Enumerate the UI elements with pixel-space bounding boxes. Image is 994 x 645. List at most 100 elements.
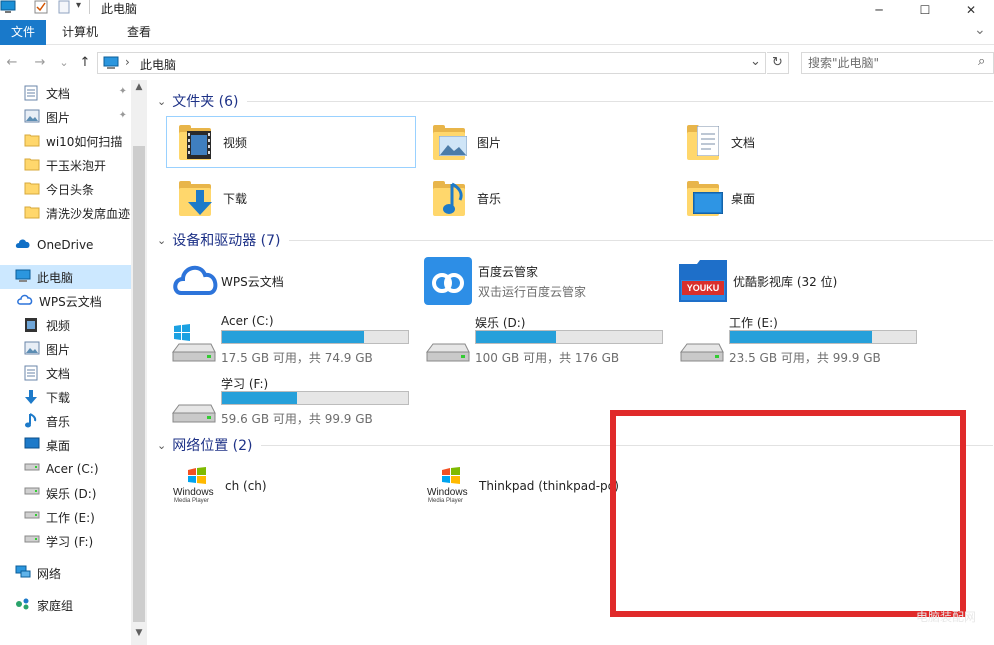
chevron-down-icon[interactable]: ⌄ [157,234,166,247]
minimize-button[interactable]: ─ [856,0,902,20]
scrollbar-thumb[interactable] [133,146,145,622]
sidebar-item-network[interactable]: 网络 [0,561,131,585]
folder-tile-downloads[interactable]: 下载 [173,173,413,223]
tab-computer[interactable]: 计算机 [52,20,108,45]
usage-fill [476,331,557,343]
sidebar-item-documents[interactable]: 文档 ✦ [0,81,131,105]
drive-name: 学习 (F:) [221,377,269,391]
sidebar-item-drive-d[interactable]: 娱乐 (D:) [0,481,131,505]
window-title: 此电脑 [101,2,138,16]
sidebar-item-desktop[interactable]: 桌面 [0,433,131,457]
navigation-pane: 文档 ✦ 图片 ✦ wi10如何扫描 干玉米泡开 今日头条 清洗沙发席血迹 On… [0,80,147,645]
document-icon [24,85,40,101]
divider [288,239,993,241]
tile-label: 文档 [731,135,756,150]
properties-icon[interactable] [34,0,48,14]
address-bar[interactable]: › 此电脑 ⌄ [97,52,766,74]
sidebar-item-pictures[interactable]: 图片 ✦ [0,105,131,129]
group-header-devices[interactable]: ⌄ 设备和驱动器 (7) [157,230,993,250]
divider [246,100,993,102]
icon-caption: Windows [173,487,214,498]
sidebar-item-wps-cloud[interactable]: WPS云文档 [0,289,131,313]
forward-button[interactable]: → [32,55,48,71]
scroll-down-icon[interactable]: ▼ [134,628,144,638]
folder-tile-music[interactable]: 音乐 [427,173,667,223]
pin-icon[interactable]: ✦ [119,86,127,97]
desktop-icon [24,437,40,453]
close-icon: ✕ [965,3,977,17]
refresh-button[interactable]: ↻ [767,52,789,74]
folder-tile-desktop[interactable]: 桌面 [681,173,921,223]
back-button[interactable]: ← [4,55,20,71]
tab-file[interactable]: 文件 [0,20,46,45]
sidebar-item-music[interactable]: 音乐 [0,409,131,433]
tab-view[interactable]: 查看 [116,20,162,45]
breadcrumb-this-pc[interactable]: 此电脑 [140,56,176,73]
drive-tile-f[interactable]: 学习 (F:) 59.6 GB 可用，共 99.9 GB [171,375,421,433]
sidebar-item-this-pc[interactable]: 此电脑 [0,265,131,289]
search-input[interactable] [808,56,968,70]
drive-usage-bar [729,330,917,344]
folder-tile-videos[interactable]: 视频 [166,116,416,168]
pictures-folder-icon [427,120,471,164]
customize-quick-access-icon[interactable]: ▾ [76,0,81,14]
address-dropdown-icon[interactable]: ⌄ [750,54,761,69]
watermark: 电脑装配网 [916,610,977,624]
sidebar-item-label: 网络 [37,566,62,581]
sidebar-item-downloads[interactable]: 下载 [0,385,131,409]
device-tile-baidu-cloud[interactable]: 百度云管家 双击运行百度云管家 [424,256,684,306]
pin-icon[interactable]: ✦ [119,110,127,121]
sidebar-item-label: 家庭组 [37,598,74,613]
device-tile-youku[interactable]: YOUKU 优酷影视库 (32 位) [679,256,939,306]
new-folder-icon[interactable] [58,0,70,14]
sidebar-item-documents[interactable]: 文档 [0,361,131,385]
music-icon [24,413,40,429]
maximize-button[interactable]: ☐ [902,0,948,20]
refresh-icon: ↻ [772,55,783,70]
drive-icon [24,533,40,549]
search-icon[interactable]: ⌕ [978,54,985,69]
sidebar-item-homegroup[interactable]: 家庭组 [0,593,131,617]
sidebar-item-drive-c[interactable]: Acer (C:) [0,457,131,481]
sidebar-item-folder[interactable]: wi10如何扫描 [0,129,131,153]
expand-ribbon-icon[interactable]: ⌄ [974,22,986,38]
sidebar-item-pictures[interactable]: 图片 [0,337,131,361]
tile-label: 优酷影视库 (32 位) [733,274,838,289]
recent-locations-button[interactable]: ⌄ [56,55,72,71]
folder-tile-pictures[interactable]: 图片 [427,117,667,167]
search-box[interactable]: ⌕ [801,52,994,74]
sidebar-item-drive-e[interactable]: 工作 (E:) [0,505,131,529]
sidebar-item-label: 学习 (F:) [46,534,94,549]
drive-tile-d[interactable]: 娱乐 (D:) 100 GB 可用，共 176 GB [425,314,675,372]
drive-name: 工作 (E:) [729,316,778,330]
folder-tile-documents[interactable]: 文档 [681,117,921,167]
sidebar-item-label: 图片 [46,110,71,125]
device-tile-wps-cloud[interactable]: WPS云文档 [171,256,411,306]
sidebar-item-label: 干玉米泡开 [46,158,107,173]
drive-free-space: 59.6 GB 可用，共 99.9 GB [221,412,373,426]
sidebar-item-label: Acer (C:) [46,462,99,476]
chevron-down-icon[interactable]: ⌄ [157,95,166,108]
scroll-up-icon[interactable]: ▲ [134,82,144,92]
sidebar-item-onedrive[interactable]: OneDrive [0,233,131,257]
windows-media-player-icon: Windows Media Player [173,464,219,508]
network-tile-ch[interactable]: Windows Media Player ch (ch) [173,461,413,511]
drive-tile-c[interactable]: Acer (C:) 17.5 GB 可用，共 74.9 GB [171,314,421,372]
sidebar-item-label: 此电脑 [37,270,74,285]
sidebar-item-label: OneDrive [37,238,94,252]
tile-label: ch (ch) [225,479,267,493]
sidebar-item-folder[interactable]: 干玉米泡开 [0,153,131,177]
sidebar-scrollbar[interactable]: ▲ ▼ [131,80,147,645]
ribbon-tabs: 文件 计算机 查看 ⌄ [0,20,994,45]
chevron-down-icon[interactable]: ⌄ [157,439,166,452]
sidebar-item-folder[interactable]: 今日头条 [0,177,131,201]
drive-tile-e[interactable]: 工作 (E:) 23.5 GB 可用，共 99.9 GB [679,314,929,372]
sidebar-item-videos[interactable]: 视频 [0,313,131,337]
group-header-folders[interactable]: ⌄ 文件夹 (6) [157,91,993,111]
sidebar-item-drive-f[interactable]: 学习 (F:) [0,529,131,553]
sidebar-item-folder[interactable]: 清洗沙发席血迹 [0,201,131,225]
icon-caption: Windows [427,487,468,498]
close-button[interactable]: ✕ [948,0,994,20]
up-button[interactable]: ↑ [77,55,93,71]
drive-usage-bar [475,330,663,344]
